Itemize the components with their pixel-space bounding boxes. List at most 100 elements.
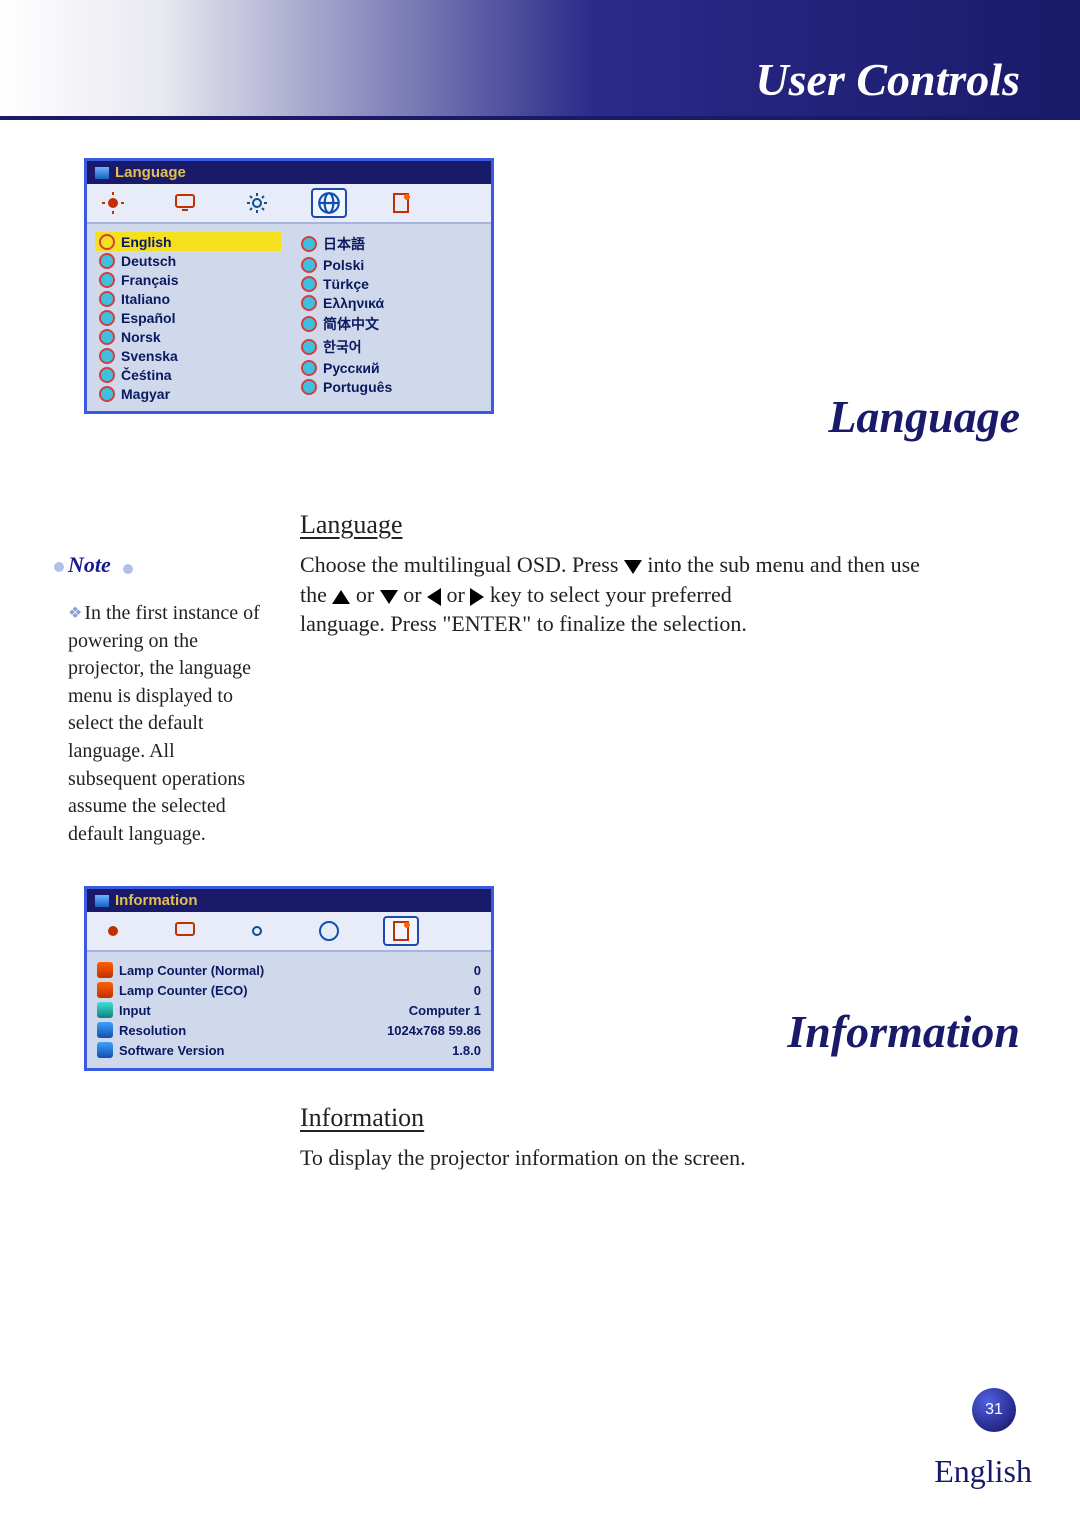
info-value: 0 <box>474 983 481 998</box>
info-row-input: Input Computer 1 <box>95 1000 483 1020</box>
language-label: Svenska <box>121 348 178 364</box>
tab-image[interactable] <box>95 916 131 946</box>
info-icon <box>389 919 413 943</box>
language-column-left: English Deutsch Français Italiano Españo… <box>87 232 289 403</box>
tab-info[interactable] <box>383 916 419 946</box>
tab-info[interactable] <box>383 188 419 218</box>
globe-icon <box>301 379 317 395</box>
arrow-left-icon <box>427 588 441 606</box>
osd-language-titlebar: Language <box>87 161 491 184</box>
page-header-title: User Controls <box>755 53 1020 106</box>
language-label: Magyar <box>121 386 170 402</box>
language-item-cestina[interactable]: Čeśtina <box>95 365 281 384</box>
gear-icon <box>245 191 269 215</box>
language-item-russian[interactable]: Русский <box>297 358 483 377</box>
language-item-svenska[interactable]: Svenska <box>95 346 281 365</box>
tab-screen[interactable] <box>167 916 203 946</box>
version-icon <box>97 1042 113 1058</box>
language-item-norsk[interactable]: Norsk <box>95 327 281 346</box>
language-label: 한국어 <box>323 337 362 357</box>
language-label: Deutsch <box>121 253 176 269</box>
info-label: Lamp Counter (Normal) <box>119 963 264 978</box>
sun-icon <box>101 191 125 215</box>
language-label: Čeśtina <box>121 367 172 383</box>
language-item-deutsch[interactable]: Deutsch <box>95 251 281 270</box>
tab-image[interactable] <box>95 188 131 218</box>
screen-icon <box>173 191 197 215</box>
tab-language[interactable] <box>311 916 347 946</box>
globe-icon <box>301 236 317 252</box>
language-item-portugues[interactable]: Português <box>297 377 483 396</box>
globe-icon <box>301 316 317 332</box>
section-heading-language: Language <box>300 510 403 540</box>
osd-language-list: English Deutsch Français Italiano Españo… <box>87 224 491 411</box>
section-big-title-information: Information <box>787 1005 1020 1058</box>
globe-icon <box>99 310 115 326</box>
language-item-polski[interactable]: Polski <box>297 255 483 274</box>
info-value: Computer 1 <box>409 1003 481 1018</box>
body-text-frag: key to select your preferred <box>490 582 732 607</box>
note-text: ❖In the first instance of powering on th… <box>68 600 268 848</box>
arrow-right-icon <box>470 588 484 606</box>
language-label: 简体中文 <box>323 314 379 334</box>
info-value: 0 <box>474 963 481 978</box>
language-label: Italiano <box>121 291 170 307</box>
arrow-up-icon <box>332 590 350 604</box>
info-label: Resolution <box>119 1023 186 1038</box>
globe-icon <box>301 295 317 311</box>
language-item-espanol[interactable]: Español <box>95 308 281 327</box>
globe-icon <box>99 329 115 345</box>
globe-icon <box>99 291 115 307</box>
body-text-frag: Choose the multilingual OSD. Press <box>300 552 624 577</box>
language-label: Türkçe <box>323 276 369 292</box>
language-item-english[interactable]: English <box>95 232 281 251</box>
note-label: Note <box>68 552 111 578</box>
language-item-italiano[interactable]: Italiano <box>95 289 281 308</box>
info-label: Lamp Counter (ECO) <box>119 983 248 998</box>
sun-icon <box>101 919 125 943</box>
language-item-japanese[interactable]: 日本語 <box>297 232 483 255</box>
language-label: English <box>121 234 172 250</box>
tab-screen[interactable] <box>167 188 203 218</box>
tab-language[interactable] <box>311 188 347 218</box>
note-text-content: In the first instance of powering on the… <box>68 602 260 845</box>
info-row-software: Software Version 1.8.0 <box>95 1040 483 1060</box>
info-row-resolution: Resolution 1024x768 59.86 <box>95 1020 483 1040</box>
resolution-icon <box>97 1022 113 1038</box>
note-block: Note ❖In the first instance of powering … <box>68 552 268 848</box>
osd-tabs <box>87 184 491 224</box>
language-label: Polski <box>323 257 364 273</box>
info-label: Input <box>119 1003 151 1018</box>
language-item-korean[interactable]: 한국어 <box>297 335 483 358</box>
body-text-frag: language. Press "ENTER" to finalize the … <box>300 611 747 636</box>
language-item-francais[interactable]: Français <box>95 270 281 289</box>
osd-info-titlebar: Information <box>87 889 491 912</box>
language-label: 日本語 <box>323 234 365 254</box>
info-value: 1024x768 59.86 <box>387 1023 481 1038</box>
globe-icon <box>99 272 115 288</box>
gear-icon <box>245 919 269 943</box>
language-label: Русский <box>323 360 380 376</box>
tab-settings[interactable] <box>239 188 275 218</box>
globe-icon <box>301 360 317 376</box>
window-icon <box>95 895 109 907</box>
osd-language-menu: Language English Deutsch Français <box>84 158 494 414</box>
page-number-badge: 31 <box>972 1388 1016 1432</box>
info-row-lamp-normal: Lamp Counter (Normal) 0 <box>95 960 483 980</box>
body-text-frag: or <box>403 582 427 607</box>
osd-language-title: Language <box>115 164 186 181</box>
globe-icon <box>301 339 317 355</box>
globe-icon <box>301 257 317 273</box>
arrow-down-icon <box>380 590 398 604</box>
language-item-greek[interactable]: Ελληνικά <box>297 293 483 312</box>
language-item-turkce[interactable]: Türkçe <box>297 274 483 293</box>
globe-icon <box>301 276 317 292</box>
globe-icon <box>99 386 115 402</box>
tab-settings[interactable] <box>239 916 275 946</box>
note-bullet-icon: ❖ <box>68 605 82 622</box>
language-item-chinese[interactable]: 简体中文 <box>297 312 483 335</box>
osd-information-menu: Information Lamp Counter (Normal) 0 <box>84 886 494 1071</box>
input-icon <box>97 1002 113 1018</box>
screen-icon <box>173 919 197 943</box>
language-item-magyar[interactable]: Magyar <box>95 384 281 403</box>
